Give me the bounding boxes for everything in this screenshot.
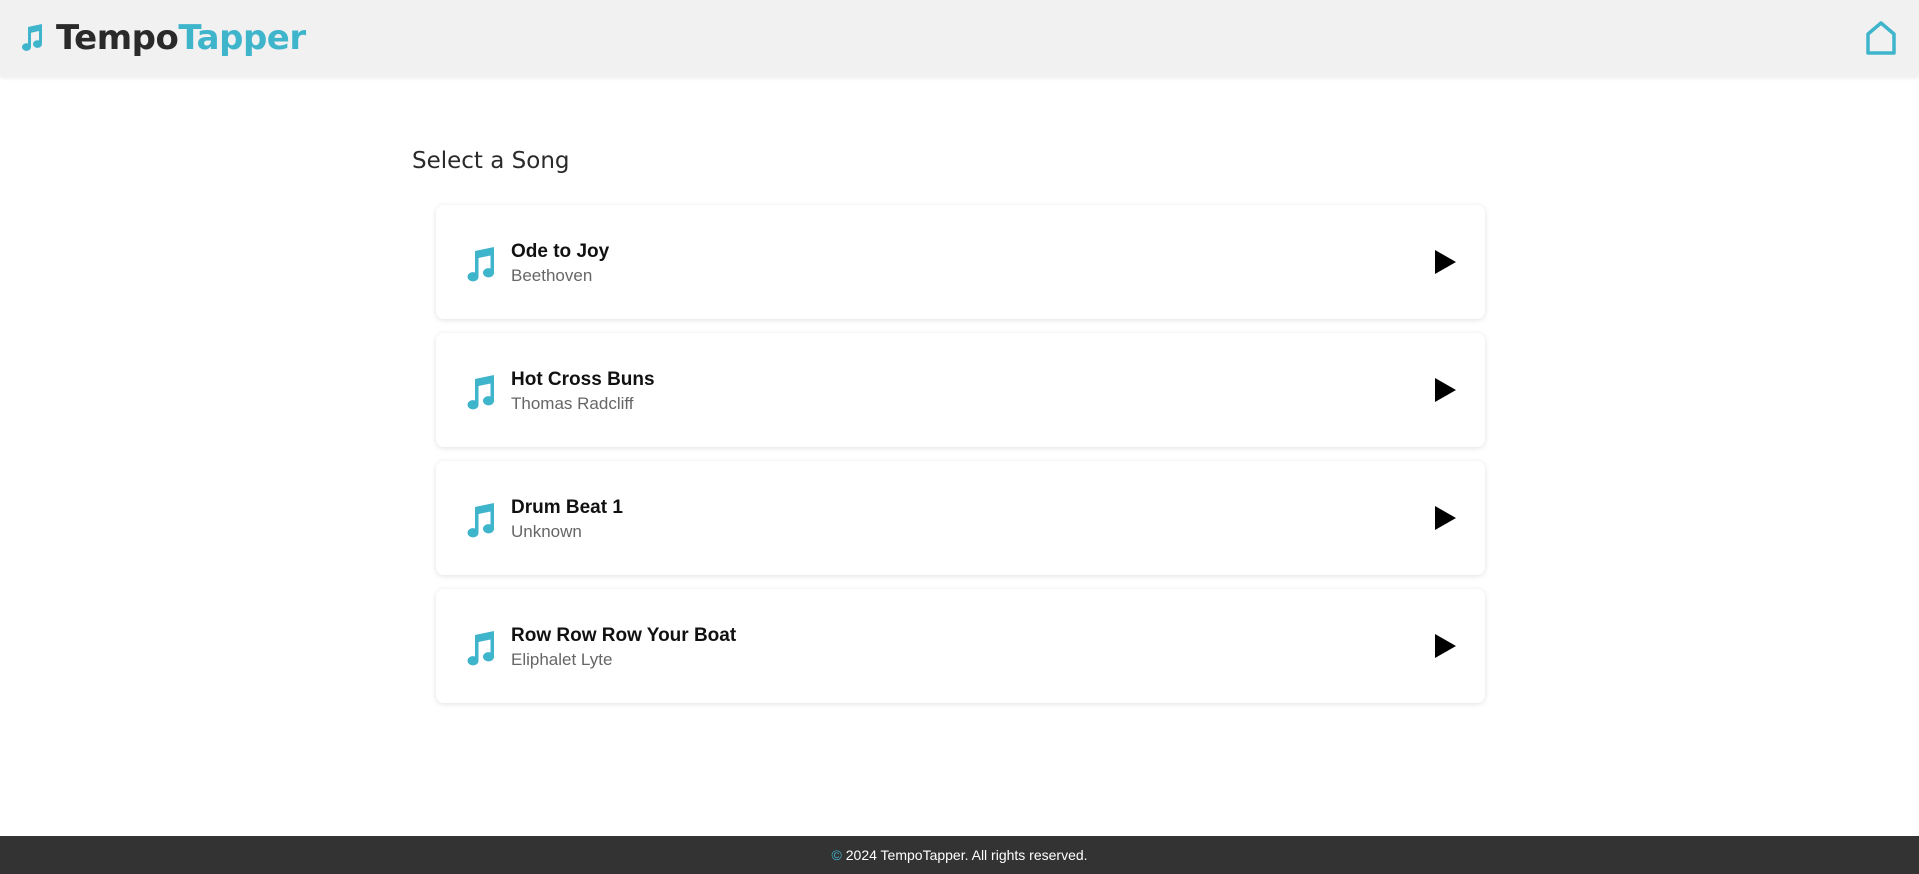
song-title: Hot Cross Buns — [511, 369, 655, 390]
song-card-ode-to-joy[interactable]: Ode to Joy Beethoven — [436, 205, 1485, 319]
brand[interactable]: TempoTapper — [20, 18, 306, 58]
music-note-icon — [467, 375, 494, 410]
brand-name: TempoTapper — [56, 18, 306, 58]
song-artist: Unknown — [511, 522, 582, 541]
song-info: Drum Beat 1 Unknown — [511, 496, 623, 544]
song-info: Hot Cross Buns Thomas Radcliff — [511, 368, 655, 416]
song-title: Drum Beat 1 — [511, 497, 623, 518]
play-icon[interactable] — [1432, 505, 1458, 531]
page-title: Select a Song — [412, 148, 570, 174]
song-info: Row Row Row Your Boat Eliphalet Lyte — [511, 624, 736, 672]
music-note-icon — [467, 247, 494, 282]
song-title: Row Row Row Your Boat — [511, 625, 737, 646]
song-card-hot-cross-buns[interactable]: Hot Cross Buns Thomas Radcliff — [436, 333, 1485, 447]
play-icon[interactable] — [1432, 249, 1458, 275]
music-note-icon — [467, 503, 494, 538]
home-icon[interactable] — [1865, 20, 1897, 56]
play-icon[interactable] — [1432, 633, 1458, 659]
song-artist: Eliphalet Lyte — [511, 650, 613, 669]
footer-text: 2024 TempoTapper. All rights reserved. — [845, 847, 1088, 863]
song-artist: Beethoven — [511, 266, 593, 285]
song-title: Ode to Joy — [511, 241, 610, 262]
music-note-icon — [467, 631, 494, 666]
song-card-row-row-row-your-boat[interactable]: Row Row Row Your Boat Eliphalet Lyte — [436, 589, 1485, 703]
song-info: Ode to Joy Beethoven — [511, 240, 609, 288]
header-bar: TempoTapper — [0, 0, 1919, 76]
play-icon[interactable] — [1432, 377, 1458, 403]
music-note-icon — [22, 24, 43, 51]
brand-name-part2: Tapper — [178, 18, 306, 58]
song-artist: Thomas Radcliff — [511, 394, 634, 413]
copyright-symbol: © — [831, 847, 842, 863]
brand-name-part1: Tempo — [56, 18, 179, 58]
footer: © 2024 TempoTapper. All rights reserved. — [0, 836, 1919, 874]
song-card-drum-beat-1[interactable]: Drum Beat 1 Unknown — [436, 461, 1485, 575]
